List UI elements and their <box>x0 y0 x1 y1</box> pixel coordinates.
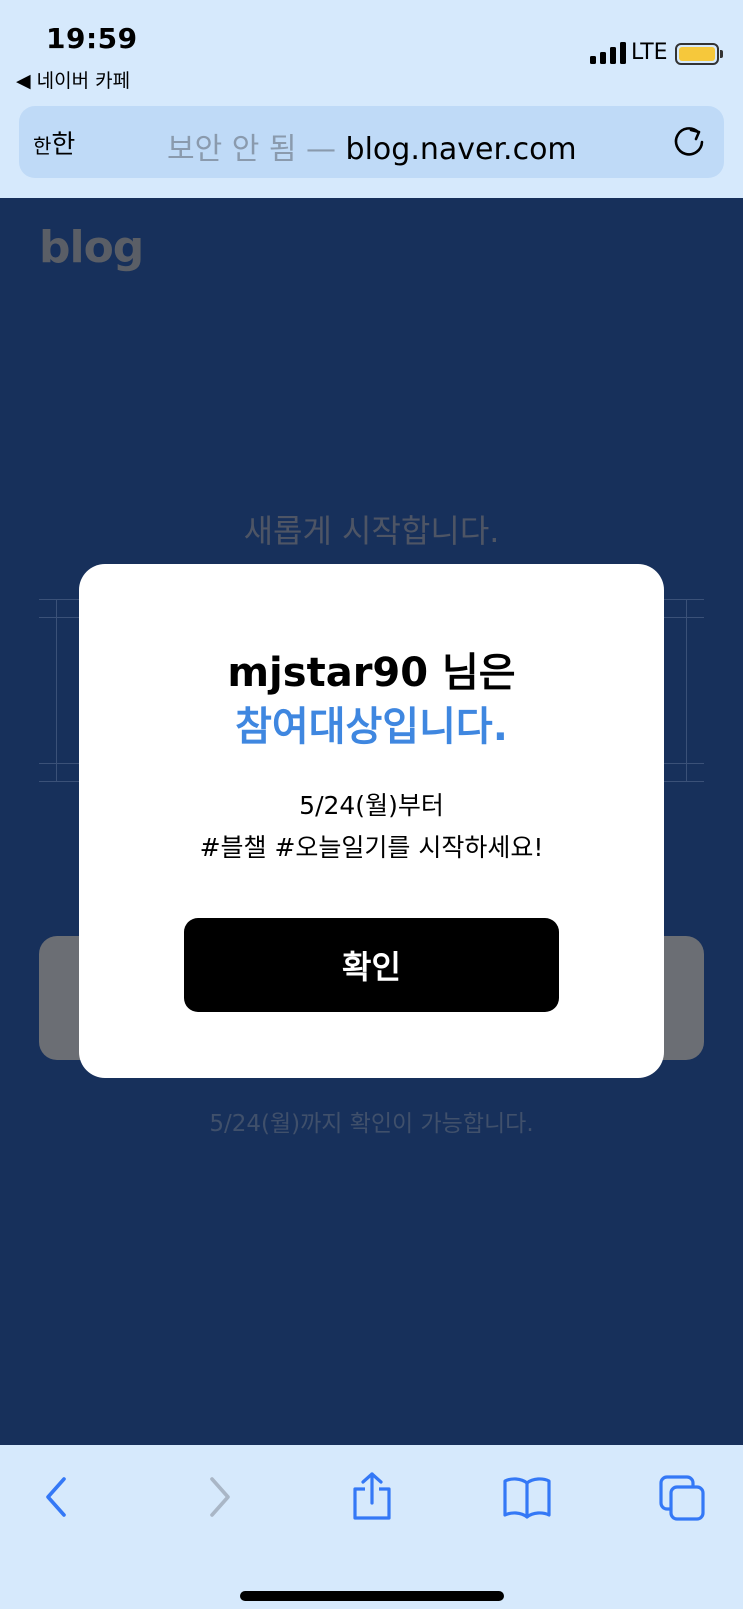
confirm-button[interactable]: 확인 <box>184 918 559 1012</box>
modal-title-user: mjstar90 님은 <box>227 650 516 696</box>
back-to-app-link[interactable]: ◀ 네이버 카페 <box>16 66 130 93</box>
aa-large-glyph: 한 <box>51 130 76 160</box>
address-bar[interactable]: 한한 보안 안 됨 — blog.naver.com <box>19 106 724 178</box>
battery-tip <box>720 50 723 58</box>
url-text[interactable]: 보안 안 됨 — blog.naver.com <box>167 124 577 168</box>
blog-logo[interactable]: blog <box>39 222 144 273</box>
share-icon[interactable] <box>349 1471 395 1521</box>
url-domain: blog.naver.com <box>345 132 577 167</box>
bookmarks-icon[interactable] <box>502 1475 552 1519</box>
modal-hashtags: #블챌 #오늘일기를 시작하세요! <box>199 833 544 862</box>
frame-line-left <box>56 599 57 781</box>
cellular-signal-icon <box>590 42 626 64</box>
home-indicator[interactable] <box>240 1591 504 1601</box>
network-type: LTE <box>631 40 668 65</box>
tabs-icon[interactable] <box>659 1475 705 1521</box>
battery-icon <box>675 43 719 65</box>
reload-icon[interactable] <box>671 124 707 160</box>
deadline-note: 5/24(월)까지 확인이 가능합니다. <box>209 1111 534 1137</box>
participation-modal: mjstar90 님은 참여대상입니다. 5/24(월)부터 #블챌 #오늘일기… <box>79 564 664 1078</box>
status-bar: 19:59 ◀ 네이버 카페 LTE <box>0 0 743 100</box>
security-warning: 보안 안 됨 — <box>167 132 346 167</box>
forward-icon[interactable] <box>196 1475 240 1519</box>
back-icon[interactable] <box>36 1475 80 1519</box>
modal-title-eligible: 참여대상입니다. <box>235 704 508 750</box>
status-time: 19:59 <box>46 22 138 55</box>
browser-toolbar <box>0 1445 743 1609</box>
reader-text-size-button[interactable]: 한한 <box>33 124 75 161</box>
aa-small-glyph: 한 <box>33 134 52 158</box>
page-headline: 새롭게 시작합니다. <box>243 512 500 550</box>
modal-start-date: 5/24(월)부터 <box>299 791 444 820</box>
frame-line-right <box>686 599 687 781</box>
